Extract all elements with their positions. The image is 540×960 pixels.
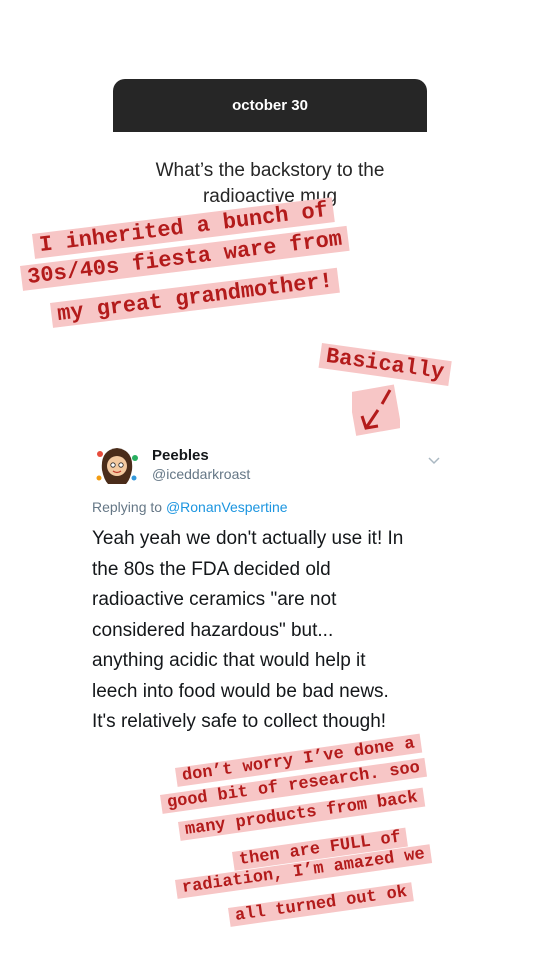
tweet-line: Yeah yeah we don't actually use it! In <box>92 528 404 549</box>
question-date: october 30 <box>113 79 427 132</box>
tweet-line: leech into food would be bad news. <box>92 680 389 702</box>
tweet-author-handle[interactable]: @iceddarkroast <box>152 466 250 482</box>
tweet-line: It's relatively safe to collect though! <box>92 711 387 732</box>
tweet-text: Yeah yeah we don't actually use it! In t… <box>92 524 452 738</box>
tweet-line: anything acidic that would help it <box>92 650 366 671</box>
question-text: What’s the backstory to the radioactive … <box>155 160 385 207</box>
mention-link[interactable]: @RonanVespertine <box>166 499 288 515</box>
annotation-line: all turned out ok <box>228 882 415 927</box>
replying-to-label: Replying to <box>92 499 163 515</box>
cartoon-avatar-icon <box>93 441 141 489</box>
chevron-down-icon[interactable] <box>428 454 440 466</box>
avatar[interactable] <box>92 440 142 490</box>
tweet-line: considered hazardous" but... <box>92 619 334 641</box>
tweet-line: the 80s the FDA decided old <box>92 558 331 580</box>
question-sticker: october 30 What’s the backstory to the r… <box>113 79 427 221</box>
annotation-basically: Basically <box>318 343 452 386</box>
replying-to: Replying to @RonanVespertine <box>92 499 288 515</box>
tweet-author-name[interactable]: Peebles <box>152 447 209 464</box>
tweet-line: radioactive ceramics "are not <box>92 589 337 610</box>
arrow-icon <box>352 384 400 436</box>
